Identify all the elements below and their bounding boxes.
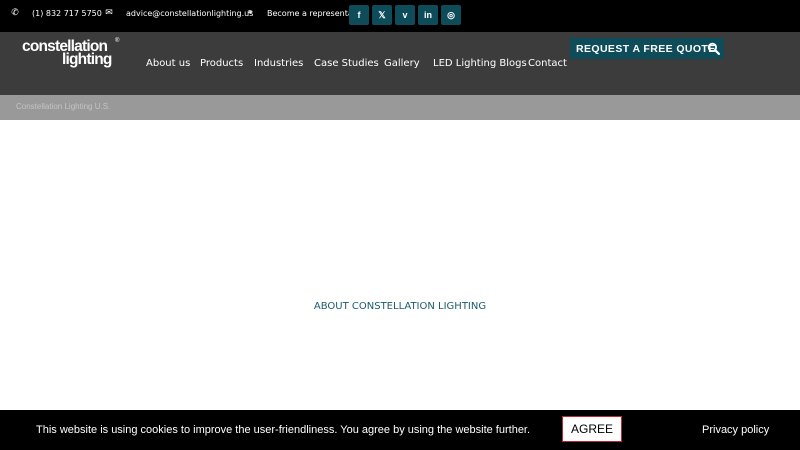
nav-products[interactable]: Products <box>200 58 243 69</box>
instagram-icon: ◎ <box>447 9 455 20</box>
breadcrumb-bar: Constellation Lighting U.S. <box>0 95 800 120</box>
facebook-icon: f <box>357 10 361 20</box>
nav-about-us[interactable]: About us <box>146 58 190 69</box>
email-address: advice@constellationlighting.us <box>126 8 254 18</box>
vimeo-button[interactable]: v <box>395 5 415 25</box>
logo-line-2: lighting <box>62 51 112 68</box>
phone-number: (1) 832 717 5750 <box>32 8 102 18</box>
phone-link[interactable]: ✆ (1) 832 717 5750 <box>10 0 102 26</box>
vimeo-icon: v <box>402 10 408 20</box>
nav-gallery[interactable]: Gallery <box>384 58 420 69</box>
nav-contact[interactable]: Contact <box>528 58 567 69</box>
about-heading: ABOUT CONSTELLATION LIGHTING <box>313 301 487 312</box>
search-icon[interactable] <box>707 42 720 55</box>
site-logo[interactable]: constellation lighting ® <box>22 38 122 69</box>
nav-industries[interactable]: Industries <box>254 58 303 69</box>
top-bar: ✆ (1) 832 717 5750 ✉ advice@constellatio… <box>0 0 800 32</box>
request-quote-label: REQUEST A FREE QUOTE <box>576 42 716 55</box>
nav-led-lighting-blogs[interactable]: LED Lighting Blogs <box>433 58 527 69</box>
nav-case-studies[interactable]: Case Studies <box>314 58 379 69</box>
cookie-message: This website is using cookies to improve… <box>36 424 531 436</box>
privacy-policy-link[interactable]: Privacy policy <box>702 424 769 436</box>
handshake-icon: ⚭ <box>246 8 254 18</box>
linkedin-button[interactable]: in <box>418 5 438 25</box>
agree-button[interactable]: AGREE <box>562 416 622 442</box>
email-link[interactable]: ✉ advice@constellationlighting.us <box>104 0 253 26</box>
facebook-button[interactable]: f <box>349 5 369 25</box>
cookie-banner: This website is using cookies to improve… <box>0 410 800 450</box>
breadcrumb[interactable]: Constellation Lighting U.S. <box>16 102 110 111</box>
envelope-icon: ✉ <box>105 8 113 18</box>
x-icon: 𝕏 <box>378 9 386 20</box>
x-button[interactable]: 𝕏 <box>372 5 392 25</box>
logo-registered-mark: ® <box>115 38 120 44</box>
request-quote-button[interactable]: REQUEST A FREE QUOTE <box>570 38 724 59</box>
phone-icon: ✆ <box>11 8 19 18</box>
linkedin-icon: in <box>424 10 432 20</box>
instagram-button[interactable]: ◎ <box>441 5 461 25</box>
